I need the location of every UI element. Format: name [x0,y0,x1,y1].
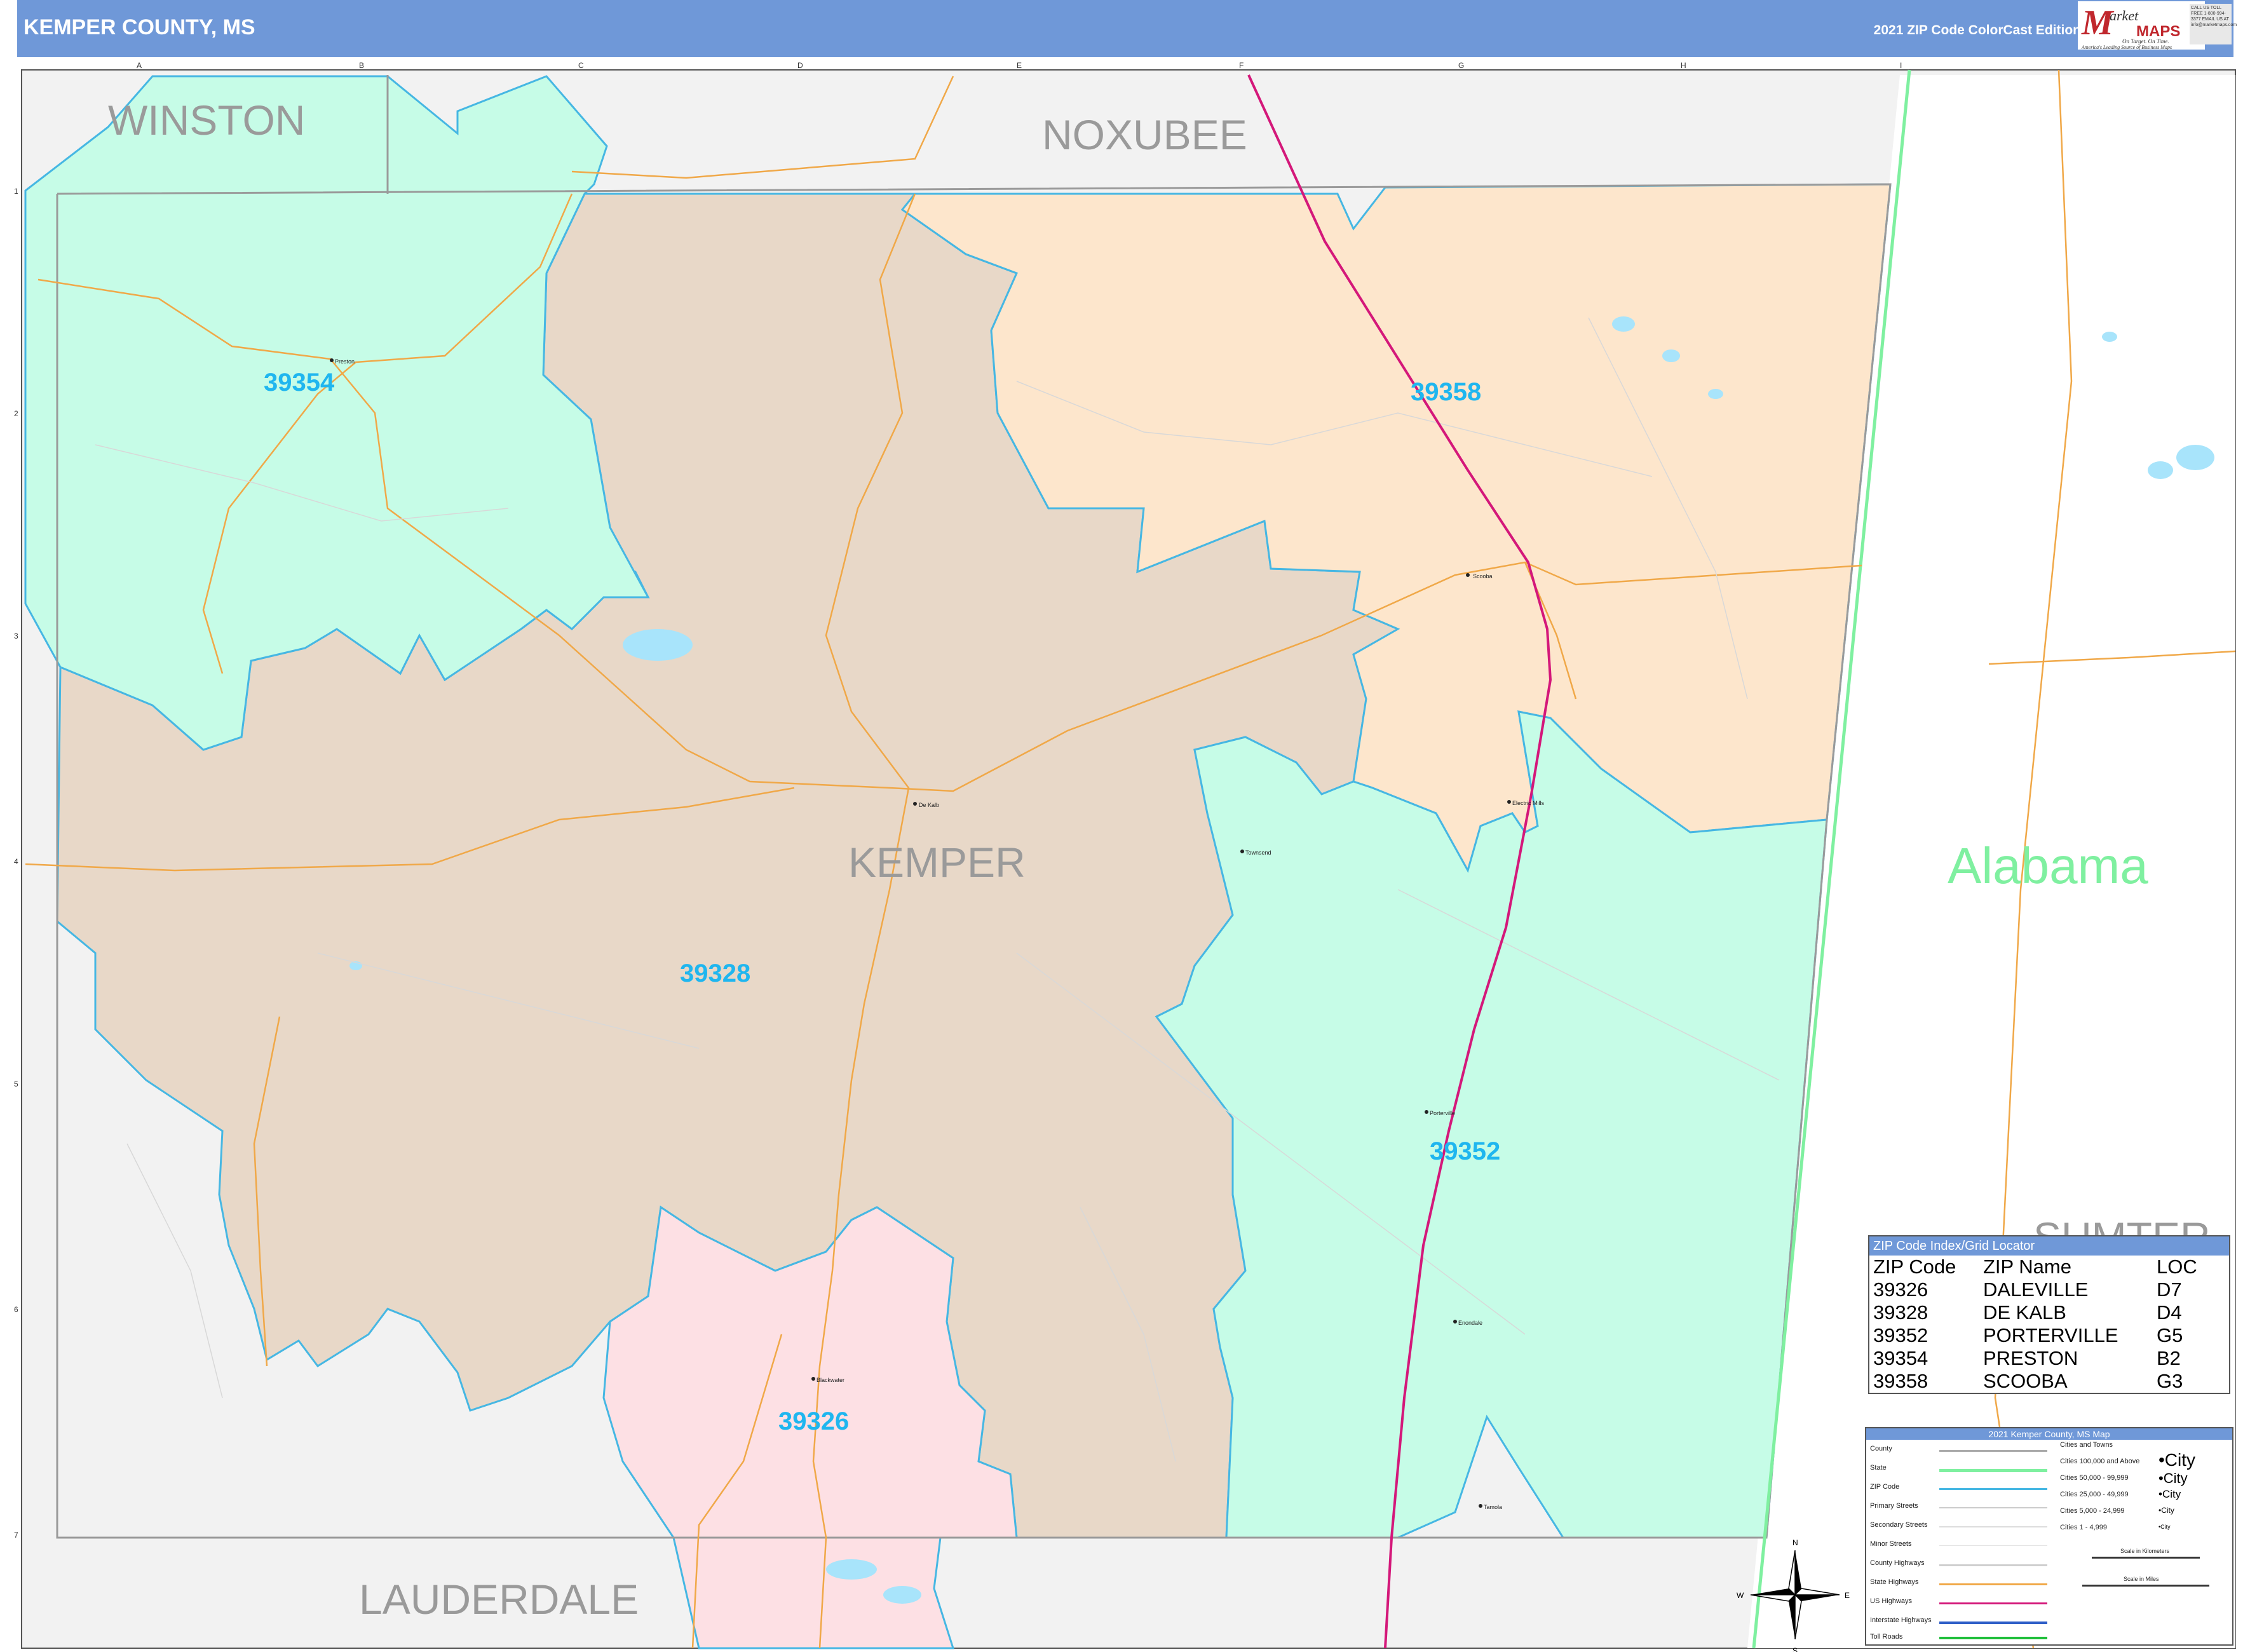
county-label-kemper: KEMPER [848,839,1026,886]
zip-label-39328: 39328 [680,959,750,987]
zip-label-39354: 39354 [264,369,335,396]
legend-city-sample: •City [2159,1450,2196,1470]
svg-text:S: S [1793,1646,1798,1652]
table-row: 39352 PORTERVILLE G5 [1873,1324,2183,1346]
table-row: 39326 DALEVILLE D7 [1873,1278,2182,1301]
legend-title: 2021 Kemper County, MS Map [1866,1428,2232,1440]
scale-miles-label: Scale in Miles [2124,1576,2159,1582]
header-loc: LOC [2157,1256,2197,1278]
zip-label-39352: 39352 [1430,1137,1500,1165]
legend-item: ZIP Code [1870,1483,1900,1491]
scale-km-bar [2092,1557,2200,1559]
header-zip-code: ZIP Code [1873,1256,1956,1278]
svg-text:Electric Mills: Electric Mills [1512,800,1545,806]
scale-km-label: Scale in Kilometers [2120,1548,2170,1554]
legend-item: Interstate Highways [1870,1616,1932,1624]
legend-swatch-toll [1939,1637,2047,1639]
legend-item: Primary Streets [1870,1502,1918,1510]
zip-label-39326: 39326 [778,1407,849,1435]
legend-item: County [1870,1445,1892,1452]
svg-text:Preston: Preston [335,358,355,365]
county-label-winston: WINSTON [108,97,305,144]
table-row: 39328 DE KALB D4 [1873,1301,2182,1324]
svg-text:Blackwater: Blackwater [817,1377,844,1383]
legend-swatch-primary [1939,1507,2047,1508]
svg-text:G: G [1458,61,1464,70]
legend-swatch-zip [1939,1488,2047,1490]
svg-text:6: 6 [14,1305,18,1314]
county-label-noxubee: NOXUBEE [1042,111,1247,158]
legend-city-item: Cities 50,000 - 99,999 [2060,1474,2129,1482]
legend-panel: 2021 Kemper County, MS Map County State … [1865,1427,2233,1646]
svg-text:W: W [1737,1591,1744,1600]
svg-text:5: 5 [14,1080,18,1088]
legend-city-sample: •City [2159,1470,2188,1486]
svg-text:7: 7 [14,1531,18,1540]
svg-text:B: B [359,61,364,70]
svg-text:3: 3 [14,632,18,640]
svg-text:1: 1 [14,187,18,196]
svg-text:Tamola: Tamola [1484,1504,1502,1510]
legend-item: State Highways [1870,1578,1919,1586]
svg-text:N: N [1793,1538,1798,1547]
svg-text:Enondale: Enondale [1458,1320,1482,1326]
grid-rows: 1 2 3 4 5 6 7 [14,187,18,1540]
legend-city-item: Cities 100,000 and Above [2060,1458,2140,1465]
svg-text:Townsend: Townsend [1245,850,1271,856]
svg-text:Porterville: Porterville [1430,1110,1455,1116]
svg-text:4: 4 [14,857,18,866]
legend-swatch-us-hwy [1939,1602,2047,1604]
state-label-alabama: Alabama [1948,837,2148,894]
legend-city-sample: •City [2159,1524,2171,1530]
legend-swatch-secondary [1939,1526,2047,1527]
legend-swatch-interstate [1939,1622,2047,1624]
legend-item: US Highways [1870,1597,1913,1605]
county-map[interactable]: A B C D E F G H I 1 2 3 4 5 6 7 WINSTON … [0,0,2250,1652]
scale-miles-bar [2082,1585,2209,1587]
legend-swatch-state-hwy [1939,1583,2047,1585]
zip-label-39358: 39358 [1411,378,1481,406]
svg-text:Scooba: Scooba [1473,573,1493,579]
zip-index-panel: ZIP Code Index/Grid Locator ZIP Code ZIP… [1868,1235,2230,1394]
legend-city-sample: •City [2159,1488,2181,1500]
legend-swatch-minor [1939,1545,2047,1546]
legend-item: Toll Roads [1870,1633,1903,1641]
header-zip-name: ZIP Name [1983,1256,2071,1278]
zip-index-table: ZIP Code ZIP Name LOC 39326 DALEVILLE D7 3… [1871,1256,2200,1393]
legend-swatch-county [1939,1450,2047,1452]
table-row: 39358 SCOOBA G3 [1873,1370,2183,1392]
zip-index-title: ZIP Code Index/Grid Locator [1869,1236,2229,1256]
legend-item: Minor Streets [1870,1540,1912,1548]
svg-text:H: H [1681,61,1686,70]
legend-city-item: Cities 25,000 - 49,999 [2060,1491,2129,1498]
svg-text:F: F [1239,61,1244,70]
legend-swatch-state [1939,1469,2047,1472]
svg-text:2: 2 [14,409,18,418]
legend-item: County Highways [1870,1559,1925,1567]
svg-text:E: E [1845,1591,1850,1600]
legend-city-sample: •City [2159,1506,2174,1515]
svg-text:A: A [137,61,142,70]
svg-text:C: C [578,61,584,70]
svg-text:E: E [1017,61,1022,70]
legend-item: State [1870,1464,1887,1472]
svg-text:D: D [797,61,803,70]
table-row: 39354 PRESTON B2 [1873,1347,2181,1369]
svg-text:De Kalb: De Kalb [919,802,939,808]
legend-city-item: Cities 5,000 - 24,999 [2060,1507,2125,1515]
grid-columns: A B C D E F G H I [137,61,1902,70]
legend-swatch-county-hwy [1939,1564,2047,1566]
zip-index-header: ZIP Code ZIP Name LOC [1871,1256,2200,1278]
legend-city-item: Cities 1 - 4,999 [2060,1524,2107,1531]
legend-cities-heading: Cities and Towns [2060,1441,2113,1449]
svg-text:I: I [1900,61,1902,70]
zip-area-39352[interactable] [1155,710,1828,1539]
legend-item: Secondary Streets [1870,1521,1928,1529]
county-label-lauderdale: LAUDERDALE [359,1576,639,1623]
